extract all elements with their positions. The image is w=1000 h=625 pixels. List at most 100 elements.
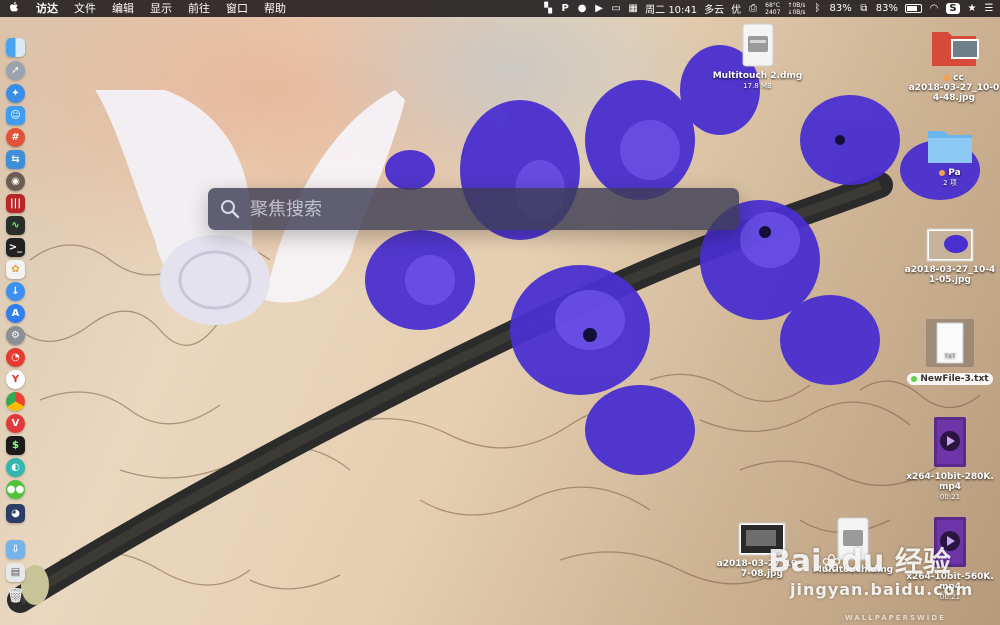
display-icon[interactable]: ▭ — [611, 3, 621, 14]
green-tag-dot — [911, 375, 918, 382]
trash-icon[interactable]: 🗑 — [6, 586, 25, 605]
desktop-item-name: Pa — [948, 168, 961, 178]
app-360-icon[interactable]: ◔ — [6, 348, 25, 367]
vivaldi-icon[interactable]: V — [6, 414, 25, 433]
desktop-item-screenshot-1-05[interactable]: a2018-03-27_10-4 1-05.jpg — [900, 228, 1000, 285]
safari-icon[interactable]: ✦ — [6, 84, 25, 103]
baidu-brand-cn: 经验 — [894, 545, 951, 578]
yandex-browser-icon[interactable]: Y — [6, 370, 25, 389]
documents-stack-icon[interactable]: ▤ — [6, 563, 25, 582]
p-app-icon[interactable]: P — [560, 3, 570, 14]
star-icon[interactable]: ★ — [967, 3, 977, 14]
spotlight-search-input[interactable] — [248, 197, 722, 221]
system-preferences-icon[interactable]: ⚙ — [6, 326, 25, 345]
list-menu-icon[interactable]: ☰ — [984, 3, 994, 14]
image-thumbnail-icon — [926, 228, 974, 262]
wechat-icon[interactable]: ● — [577, 3, 587, 14]
chrome-icon[interactable] — [6, 392, 25, 411]
disk-utility-icon[interactable]: ◉ — [6, 172, 25, 191]
launchpad-icon[interactable]: ➚ — [6, 61, 25, 80]
orange-tag-dot — [944, 74, 951, 81]
video-file-icon — [934, 417, 966, 467]
temperature-value: 68°C — [765, 1, 780, 9]
baidu-watermark: Bai❀du 经验 — [768, 540, 951, 580]
desktop-item-label: NewFile-3.txt — [907, 373, 993, 385]
bluetooth-icon[interactable]: ᛒ — [813, 3, 823, 14]
baidu-brand-text: Bai — [768, 544, 822, 579]
terminal-icon[interactable]: >_ — [6, 238, 25, 257]
wifi-icon[interactable]: ◠ — [929, 3, 939, 14]
activity-monitor-icon[interactable]: ∿ — [6, 216, 25, 235]
menu-view[interactable]: 显示 — [142, 0, 180, 17]
desktop-item-count: 2 项 — [943, 179, 957, 187]
clock[interactable]: 周二 10:41 — [645, 1, 697, 16]
apple-icon[interactable] — [0, 1, 28, 16]
battery-percent-1[interactable]: 83% — [830, 3, 852, 14]
photos-icon[interactable]: ✿ — [6, 260, 25, 279]
battery-icon[interactable] — [905, 4, 922, 13]
desktop-item-name: NewFile-3.txt — [920, 374, 989, 384]
app-dark-red-icon[interactable]: ||| — [6, 194, 25, 213]
desktop-item-duration: 00:21 — [939, 493, 961, 501]
contacts-icon[interactable]: ☺ — [6, 106, 25, 125]
menu-edit[interactable]: 编辑 — [104, 0, 142, 17]
downloads-folder-icon[interactable]: ⇩ — [6, 540, 25, 559]
mission-control-icon[interactable]: ▦ — [628, 3, 638, 14]
menu-help[interactable]: 帮助 — [256, 0, 294, 17]
desktop-item-label: cc — [908, 73, 1000, 83]
paw-icon: ❀ — [821, 549, 842, 577]
spotlight-search-bar[interactable] — [208, 188, 739, 230]
desktop-item-name: cc — [953, 73, 964, 83]
orange-tag-dot — [939, 169, 946, 176]
desktop-item-label: x264-10bit-280K. — [906, 472, 994, 482]
fan-value: 2407 — [765, 8, 781, 16]
desktop-item-x264-280k[interactable]: x264-10bit-280K. mp4 00:21 — [900, 415, 1000, 502]
app-blue-icon[interactable]: ◕ — [6, 504, 25, 523]
finder-icon[interactable] — [6, 38, 25, 57]
desktop-item-label-line3: 4-48.jpg — [933, 93, 975, 103]
app-teal-icon[interactable]: ◐ — [6, 458, 25, 477]
baidu-brand-text-2: du — [841, 544, 885, 579]
desktop-item-label: Pa — [915, 168, 985, 178]
txt-badge: TXT — [943, 353, 956, 360]
desktop-item-label-line2: 1-05.jpg — [929, 275, 971, 285]
disk-image-icon — [742, 23, 773, 67]
you-label[interactable]: 优 — [731, 1, 741, 16]
desktop-item-label: a2018-03-27_10-4 — [904, 265, 996, 275]
s-app-icon[interactable]: S — [946, 3, 960, 14]
dock: ➚ ✦ ☺ # ⇆ ◉ ||| ∿ >_ ✿ ↓ A ⚙ ◔ Y V $ ◐ ●… — [0, 30, 32, 610]
weather-text[interactable]: 多云 — [704, 1, 724, 16]
desktop-item-size: 17.8 MB — [743, 82, 772, 90]
printer-icon[interactable]: ⎙ — [748, 3, 758, 14]
folder-icon — [928, 131, 972, 163]
wechat-dock-icon[interactable]: ●● — [6, 480, 25, 499]
app-store-icon[interactable]: A — [6, 304, 25, 323]
desktop-item-newfile-txt[interactable]: TXT NewFile-3.txt — [905, 318, 995, 385]
folder-with-image-icon — [932, 32, 979, 66]
terminal-2-icon[interactable]: $ — [6, 436, 25, 455]
desktop-item-pa-folder[interactable]: Pa 2 项 — [915, 125, 985, 188]
temperature-readout[interactable]: 68°C 2407 — [765, 2, 780, 16]
battery-percent-2[interactable]: 83% — [876, 3, 898, 14]
wallpaper-watermark: WALLPAPERSWIDE — [845, 614, 946, 622]
migration-icon[interactable]: ⇆ — [6, 150, 25, 169]
app-red-icon[interactable]: # — [6, 128, 25, 147]
watermark-url: jingyan.baidu.com — [790, 580, 974, 599]
text-file-icon: TXT — [926, 319, 974, 367]
drive-icon[interactable]: ⧉ — [859, 3, 869, 14]
search-icon — [221, 200, 240, 219]
menu-finder[interactable]: 访达 — [28, 0, 66, 17]
desktop-item-multitouch2-dmg[interactable]: Multitouch 2.dmg 17.8 MB — [705, 22, 810, 91]
grid-app-icon[interactable]: ▚ — [543, 3, 553, 14]
desktop-item-label-line2: a2018-03-27_10-0 — [908, 83, 1000, 93]
menu-file[interactable]: 文件 — [66, 0, 104, 17]
video-icon[interactable]: ▶ — [594, 3, 604, 14]
download-speed: ↓0B/s — [787, 8, 806, 16]
menu-go[interactable]: 前往 — [180, 0, 218, 17]
upload-speed: ↑0B/s — [787, 1, 806, 9]
desktop-item-cc-folder[interactable]: cc a2018-03-27_10-0 4-48.jpg — [908, 26, 1000, 103]
desktop-item-label: Multitouch 2.dmg — [712, 71, 803, 81]
downloader-icon[interactable]: ↓ — [6, 282, 25, 301]
menu-window[interactable]: 窗口 — [218, 0, 256, 17]
network-speed[interactable]: ↑0B/s ↓0B/s — [787, 2, 805, 16]
